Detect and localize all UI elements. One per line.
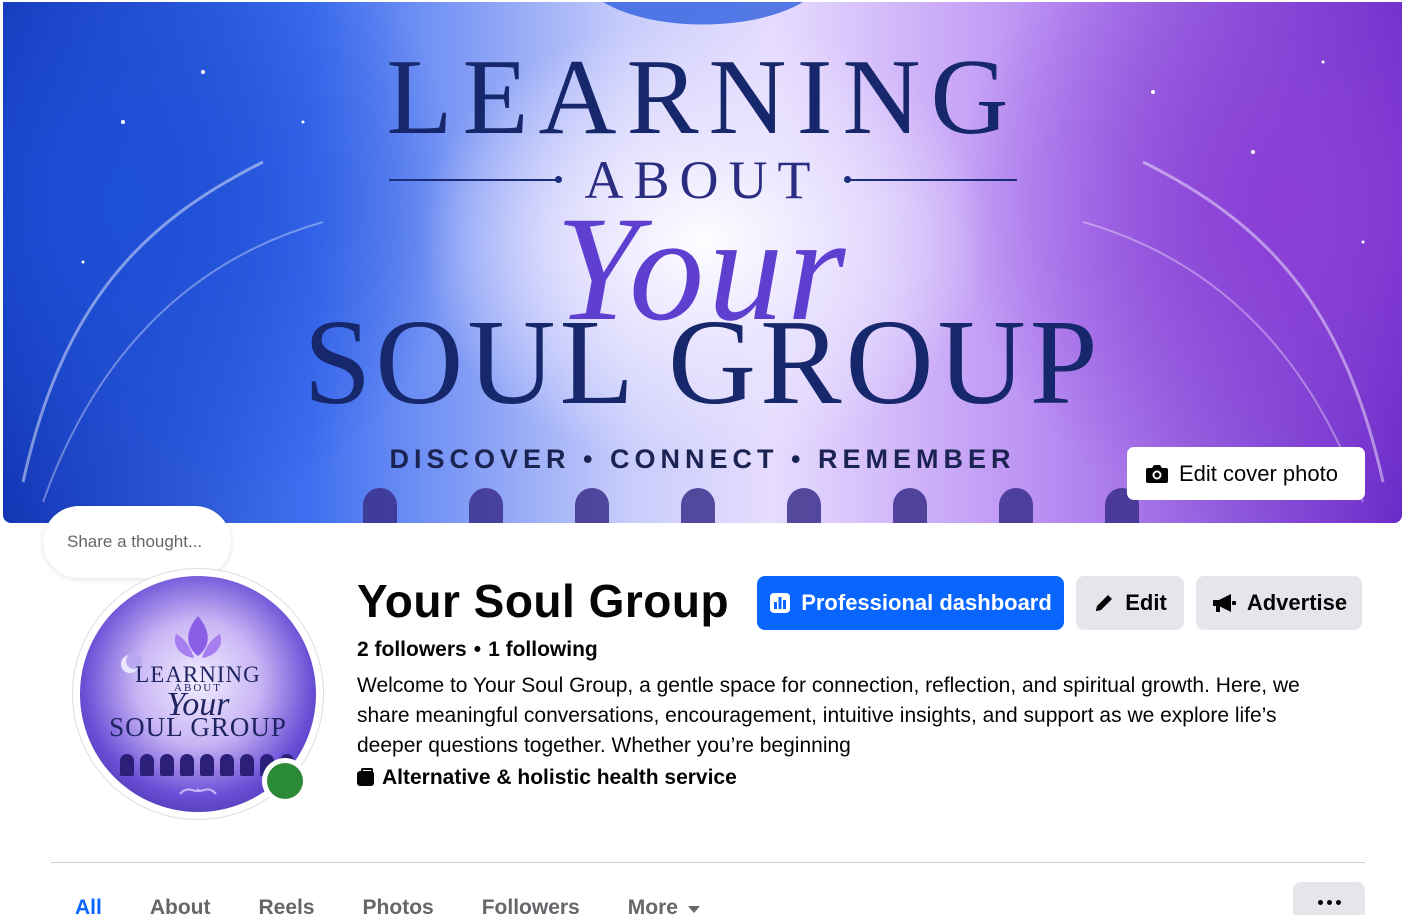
avatar-text-soul-group: SOUL GROUP [109,712,287,742]
edit-page-button[interactable]: Edit [1076,576,1184,630]
cover-divider-left [388,176,562,183]
tab-more-label: More [627,896,678,915]
tab-reels-label: Reels [258,896,315,915]
briefcase-icon [357,767,374,786]
tab-about[interactable]: About [126,893,235,915]
advertise-label: Advertise [1246,590,1348,615]
page-title: Your Soul Group [357,575,730,627]
tab-more[interactable]: More [604,893,724,915]
cover-silhouettes [363,488,1139,523]
caret-down-icon [687,905,700,913]
follow-stats: 2 followers • 1 following [357,638,598,662]
advertise-button[interactable]: Advertise [1196,576,1362,630]
tab-followers[interactable]: Followers [458,893,604,915]
edit-cover-photo-label: Edit cover photo [1179,460,1338,486]
edit-cover-photo-button[interactable]: Edit cover photo [1127,447,1365,500]
tab-followers-label: Followers [481,896,580,915]
tab-all-label: All [75,896,102,915]
professional-dashboard-button[interactable]: Professional dashboard [757,576,1064,630]
page-category: Alternative & holistic health service [357,766,737,790]
cover-photo[interactable]: LEARNING ABOUT Your SOUL GROUP DISCOVER … [3,2,1402,523]
share-thought-placeholder: Share a thought... [67,532,203,551]
megaphone-icon [1212,594,1236,612]
profile-page: LEARNING ABOUT Your SOUL GROUP DISCOVER … [0,0,1402,915]
camera-icon [1146,464,1168,483]
edit-label: Edit [1125,590,1167,615]
more-options-button[interactable] [1293,882,1365,915]
cover-divider-right [843,176,1017,183]
page-category-label: Alternative & holistic health service [382,766,737,789]
page-bio: Welcome to Your Soul Group, a gentle spa… [357,674,1300,757]
tab-photos[interactable]: Photos [339,893,458,915]
stats-separator: • [473,638,482,661]
tab-all[interactable]: All [51,893,126,915]
cover-title-soul-group: SOUL GROUP [303,295,1102,430]
ellipsis-icon [1317,900,1323,905]
followers-link[interactable]: 2 followers [357,638,467,662]
tab-about-label: About [149,896,211,915]
profile-tabs: All About Reels Photos Followers More [51,893,724,915]
pencil-icon [1096,595,1113,611]
following-link[interactable]: 1 following [488,638,598,662]
dashboard-icon [770,593,791,613]
section-divider [51,862,1365,863]
cover-title-learning: LEARNING [386,38,1019,157]
professional-dashboard-label: Professional dashboard [801,590,1052,615]
tab-reels[interactable]: Reels [235,893,339,915]
tab-photos-label: Photos [362,896,434,915]
online-status-indicator [262,758,308,804]
